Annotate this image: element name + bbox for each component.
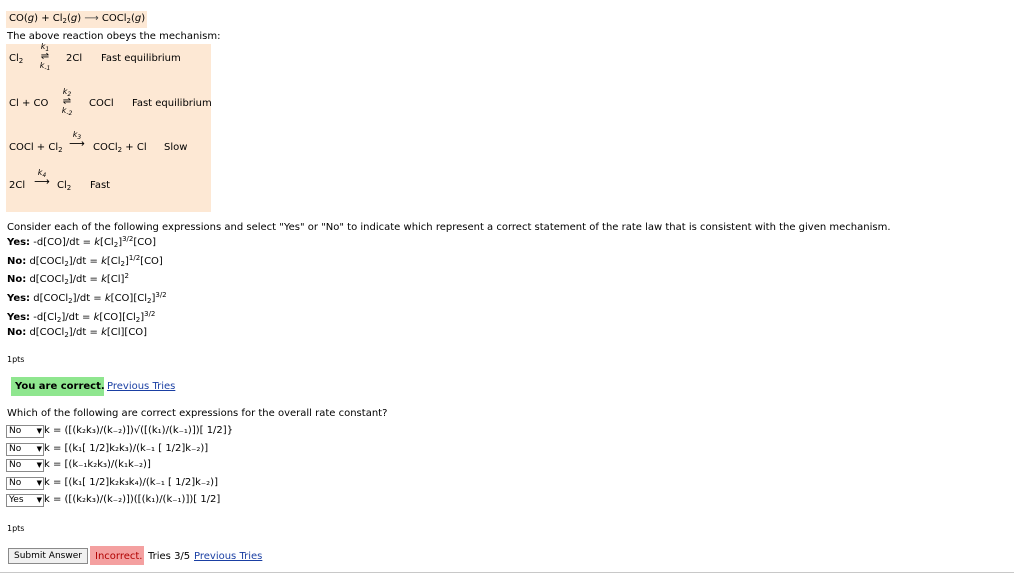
answer1-row: Yes: -d[Cl2]/dt = k[CO][Cl2]3/2 — [7, 310, 156, 324]
step1-note: Fast equilibrium — [101, 53, 181, 64]
overall-reaction: CO(g) + Cl2(g) ⟶ COCl2(g) — [9, 13, 146, 25]
submit-answer-button[interactable]: Submit Answer — [8, 548, 88, 564]
step1-product: 2Cl — [66, 53, 83, 64]
chevron-down-icon: ▼ — [36, 427, 42, 435]
correct-text: You are correct. — [15, 381, 105, 392]
rate-constant-expression: k = [(k₁[ 1/2]k₂k₃)/(k₋₁ [ 1/2]k₋₂)] — [44, 443, 209, 454]
step1-reactant: Cl2 — [9, 53, 24, 65]
points-label: 1pts — [7, 355, 25, 364]
step3-note: Slow — [164, 142, 188, 153]
rate-constant-select[interactable]: No ▼ — [6, 459, 44, 472]
rate-constant-select[interactable]: No ▼ — [6, 477, 44, 490]
step2-reactant: Cl + CO — [9, 98, 49, 109]
answer1-row: No: d[COCl2]/dt = k[Cl]2 — [7, 272, 129, 286]
points-label: 1pts — [7, 524, 25, 533]
step4-reactant: 2Cl — [9, 180, 26, 191]
divider — [0, 572, 1014, 573]
step1-equilibrium-arrow: k1 ⇌ k-1 — [39, 42, 51, 72]
chevron-down-icon: ▼ — [36, 445, 42, 453]
question2-text: Which of the following are correct expre… — [7, 408, 388, 419]
question1-text: Consider each of the following expressio… — [7, 222, 891, 233]
step2-product: COCl — [89, 98, 114, 109]
forward-arrow-icon: ⟶ — [69, 137, 85, 150]
chevron-down-icon: ▼ — [36, 479, 42, 487]
step4-note: Fast — [90, 180, 111, 191]
incorrect-text: Incorrect. — [95, 551, 143, 562]
step3-product: COCl2 + Cl — [93, 142, 147, 154]
rate-constant-expression: k = [(k₋₁k₂k₃)/(k₁k₋₂)] — [44, 459, 151, 470]
step2-note: Fast equilibrium — [132, 98, 212, 109]
answer1-row: Yes: d[COCl2]/dt = k[CO][Cl2]3/2 — [7, 291, 167, 305]
tries-count: Tries 3/5 — [148, 551, 191, 562]
step3-reactant: COCl + Cl2 — [9, 142, 63, 154]
forward-arrow-icon: ⟶ — [34, 175, 50, 188]
mechanism-intro: The above reaction obeys the mechanism: — [7, 31, 221, 42]
rate-constant-select[interactable]: No ▼ — [6, 425, 44, 438]
rate-constant-select[interactable]: Yes ▼ — [6, 494, 44, 507]
chevron-down-icon: ▼ — [36, 461, 42, 469]
rate-constant-select[interactable]: No ▼ — [6, 443, 44, 456]
step4-product: Cl2 — [57, 180, 72, 192]
answer1-row: No: d[COCl2]/dt = k[Cl][CO] — [7, 327, 148, 339]
rate-constant-expression: k = [(k₁[ 1/2]k₂k₃k₄)/(k₋₁ [ 1/2]k₋₂)] — [44, 477, 218, 488]
previous-tries-link[interactable]: Previous Tries — [107, 381, 175, 392]
reaction-arrow: ⟶ — [84, 13, 99, 24]
rate-constant-expression: k = ([(k₂k₃)/(k₋₂)])([(k₁)/(k₋₁)])[ 1/2] — [44, 494, 221, 505]
rate-constant-expression: k = ([(k₂k₃)/(k₋₂)])√([(k₁)/(k₋₁)])[ 1/2… — [44, 425, 234, 436]
step3-arrow: k3 ⟶ — [64, 131, 90, 150]
previous-tries-link[interactable]: Previous Tries — [194, 551, 262, 562]
step2-equilibrium-arrow: k2 ⇌ k-2 — [61, 87, 73, 117]
chevron-down-icon: ▼ — [36, 496, 42, 504]
step4-arrow: k4 ⟶ — [30, 169, 54, 188]
answer1-row: No: d[COCl2]/dt = k[Cl2]1/2[CO] — [7, 254, 163, 268]
answer1-row: Yes: -d[CO]/dt = k[Cl2]3/2[CO] — [7, 235, 157, 249]
